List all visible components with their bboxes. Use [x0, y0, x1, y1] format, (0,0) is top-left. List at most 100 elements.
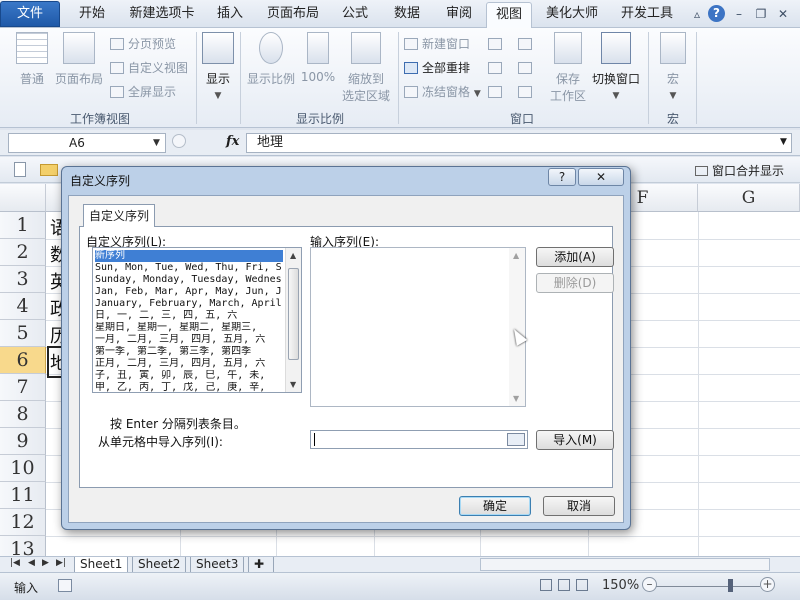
- sync-scroll-button[interactable]: [518, 58, 536, 78]
- tab-view[interactable]: 视图: [486, 2, 532, 30]
- tab-review[interactable]: 审阅: [434, 2, 484, 28]
- chevron-down-icon[interactable]: ▼: [153, 138, 160, 148]
- unhide-button[interactable]: [488, 82, 506, 102]
- sheet-tab-sheet2[interactable]: Sheet2: [132, 557, 187, 572]
- row-header[interactable]: 9: [0, 428, 46, 455]
- zoom-level[interactable]: 150%: [602, 578, 639, 593]
- sheet-tab-sheet3[interactable]: Sheet3: [190, 557, 245, 572]
- name-box[interactable]: A6: [8, 133, 166, 153]
- row-header[interactable]: 2: [0, 239, 46, 266]
- dialog-help-button[interactable]: ?: [548, 168, 576, 186]
- list-item[interactable]: 正月, 二月, 三月, 四月, 五月, 六: [95, 358, 283, 370]
- formula-input[interactable]: 地理: [246, 133, 792, 153]
- normal-view-button[interactable]: 普通: [12, 32, 52, 87]
- ok-button[interactable]: 确定: [459, 496, 531, 516]
- last-sheet-icon[interactable]: ▶|: [56, 558, 66, 568]
- sheet-tab-sheet1[interactable]: Sheet1: [74, 557, 129, 572]
- tab-formulas[interactable]: 公式: [330, 2, 380, 28]
- row-header-selected[interactable]: 6: [0, 347, 46, 374]
- new-document-icon[interactable]: [14, 162, 26, 177]
- list-item[interactable]: Sun, Mon, Tue, Wed, Thu, Fri, S: [95, 262, 283, 274]
- column-header-g[interactable]: G: [698, 184, 800, 212]
- merge-windows-button[interactable]: 窗口合并显示: [694, 162, 784, 179]
- tab-beautify[interactable]: 美化大师: [536, 2, 608, 28]
- tab-home[interactable]: 开始: [64, 2, 120, 28]
- save-workspace-button[interactable]: 保存 工作区: [546, 32, 590, 104]
- tab-data[interactable]: 数据: [382, 2, 432, 28]
- zoom-button[interactable]: 显示比例: [244, 32, 298, 87]
- full-screen-button[interactable]: 全屏显示: [110, 82, 176, 102]
- split-button[interactable]: [488, 34, 506, 54]
- expand-formula-icon[interactable]: ▼: [780, 137, 787, 147]
- list-item[interactable]: Jan, Feb, Mar, Apr, May, Jun, J: [95, 286, 283, 298]
- list-entries-textarea[interactable]: ▲ ▼: [310, 247, 526, 407]
- row-header[interactable]: 4: [0, 293, 46, 320]
- new-window-button[interactable]: 新建窗口: [404, 34, 470, 54]
- import-button[interactable]: 导入(M): [536, 430, 614, 450]
- page-break-preview-button[interactable]: 分页预览: [110, 34, 176, 54]
- row-header[interactable]: 13: [0, 536, 46, 556]
- list-item[interactable]: 新序列: [94, 249, 284, 263]
- scroll-up-icon[interactable]: ▲: [290, 251, 296, 260]
- list-item[interactable]: 一月, 二月, 三月, 四月, 五月, 六: [95, 334, 283, 346]
- row-header[interactable]: 11: [0, 482, 46, 509]
- row-header[interactable]: 8: [0, 401, 46, 428]
- scrollbar-thumb[interactable]: [288, 268, 299, 360]
- window-minimize-icon[interactable]: –: [730, 5, 748, 23]
- page-layout-view-button[interactable]: 页面布局: [54, 32, 104, 87]
- switch-windows-button[interactable]: 切换窗口 ▼: [590, 32, 642, 101]
- next-sheet-icon[interactable]: ▶: [42, 558, 49, 568]
- add-button[interactable]: 添加(A): [536, 247, 614, 267]
- tab-page-layout[interactable]: 页面布局: [258, 2, 328, 28]
- custom-views-button[interactable]: 自定义视图: [110, 58, 188, 78]
- scroll-down-icon[interactable]: ▼: [290, 380, 296, 389]
- zoom-out-icon[interactable]: –: [642, 577, 657, 592]
- reset-position-button[interactable]: [518, 82, 536, 102]
- zoom-100-button[interactable]: 100%: [300, 32, 336, 84]
- page-break-icon[interactable]: [576, 579, 588, 591]
- zoom-slider-thumb[interactable]: [728, 579, 733, 592]
- expand-circle-icon[interactable]: [172, 134, 186, 148]
- zoom-slider[interactable]: [656, 586, 760, 587]
- tab-developer[interactable]: 开发工具: [612, 2, 682, 28]
- help-icon[interactable]: ?: [708, 5, 725, 22]
- list-item[interactable]: 甲, 乙, 丙, 丁, 戊, 己, 庚, 辛,: [95, 382, 283, 392]
- tab-new-tab[interactable]: 新建选项卡: [122, 2, 202, 28]
- list-item[interactable]: January, February, March, April: [95, 298, 283, 310]
- list-item[interactable]: 星期日, 星期一, 星期二, 星期三,: [95, 322, 283, 334]
- normal-view-icon[interactable]: [540, 579, 552, 591]
- dialog-close-button[interactable]: ✕: [578, 168, 624, 186]
- view-side-by-side-button[interactable]: [518, 34, 536, 54]
- macro-record-icon[interactable]: [58, 579, 72, 592]
- zoom-in-icon[interactable]: +: [760, 577, 775, 592]
- macros-button[interactable]: 宏 ▼: [656, 32, 690, 101]
- select-all-corner[interactable]: [0, 184, 46, 212]
- show-button[interactable]: 显示 ▼: [200, 32, 236, 101]
- freeze-panes-button[interactable]: 冻结窗格 ▼: [404, 82, 481, 102]
- row-header[interactable]: 1: [0, 212, 46, 239]
- row-header[interactable]: 3: [0, 266, 46, 293]
- prev-sheet-icon[interactable]: ◀: [28, 558, 35, 568]
- arrange-all-button[interactable]: 全部重排: [404, 58, 470, 78]
- window-restore-icon[interactable]: ❐: [752, 5, 770, 23]
- cancel-button[interactable]: 取消: [543, 496, 615, 516]
- listbox-scrollbar[interactable]: ▲ ▼: [285, 248, 301, 392]
- row-header[interactable]: 5: [0, 320, 46, 347]
- tab-file[interactable]: 文件: [0, 1, 60, 27]
- insert-sheet-icon[interactable]: ✚: [248, 557, 274, 572]
- custom-lists-listbox[interactable]: 新序列 Sun, Mon, Tue, Wed, Thu, Fri, S Sund…: [92, 247, 302, 393]
- list-item[interactable]: 子, 丑, 寅, 卯, 辰, 巳, 午, 未,: [95, 370, 283, 382]
- row-header[interactable]: 10: [0, 455, 46, 482]
- range-select-icon[interactable]: [507, 433, 525, 446]
- page-layout-icon[interactable]: [558, 579, 570, 591]
- folder-icon[interactable]: [40, 164, 58, 176]
- list-item[interactable]: 日, 一, 二, 三, 四, 五, 六: [95, 310, 283, 322]
- tab-custom-lists[interactable]: 自定义序列: [83, 204, 156, 227]
- import-range-input[interactable]: [310, 430, 528, 449]
- tab-insert[interactable]: 插入: [204, 2, 256, 28]
- horizontal-scrollbar[interactable]: [480, 558, 770, 571]
- ribbon-minimize-icon[interactable]: ▵: [688, 5, 706, 23]
- list-item[interactable]: Sunday, Monday, Tuesday, Wednes: [95, 274, 283, 286]
- hide-button[interactable]: [488, 58, 506, 78]
- row-header[interactable]: 7: [0, 374, 46, 401]
